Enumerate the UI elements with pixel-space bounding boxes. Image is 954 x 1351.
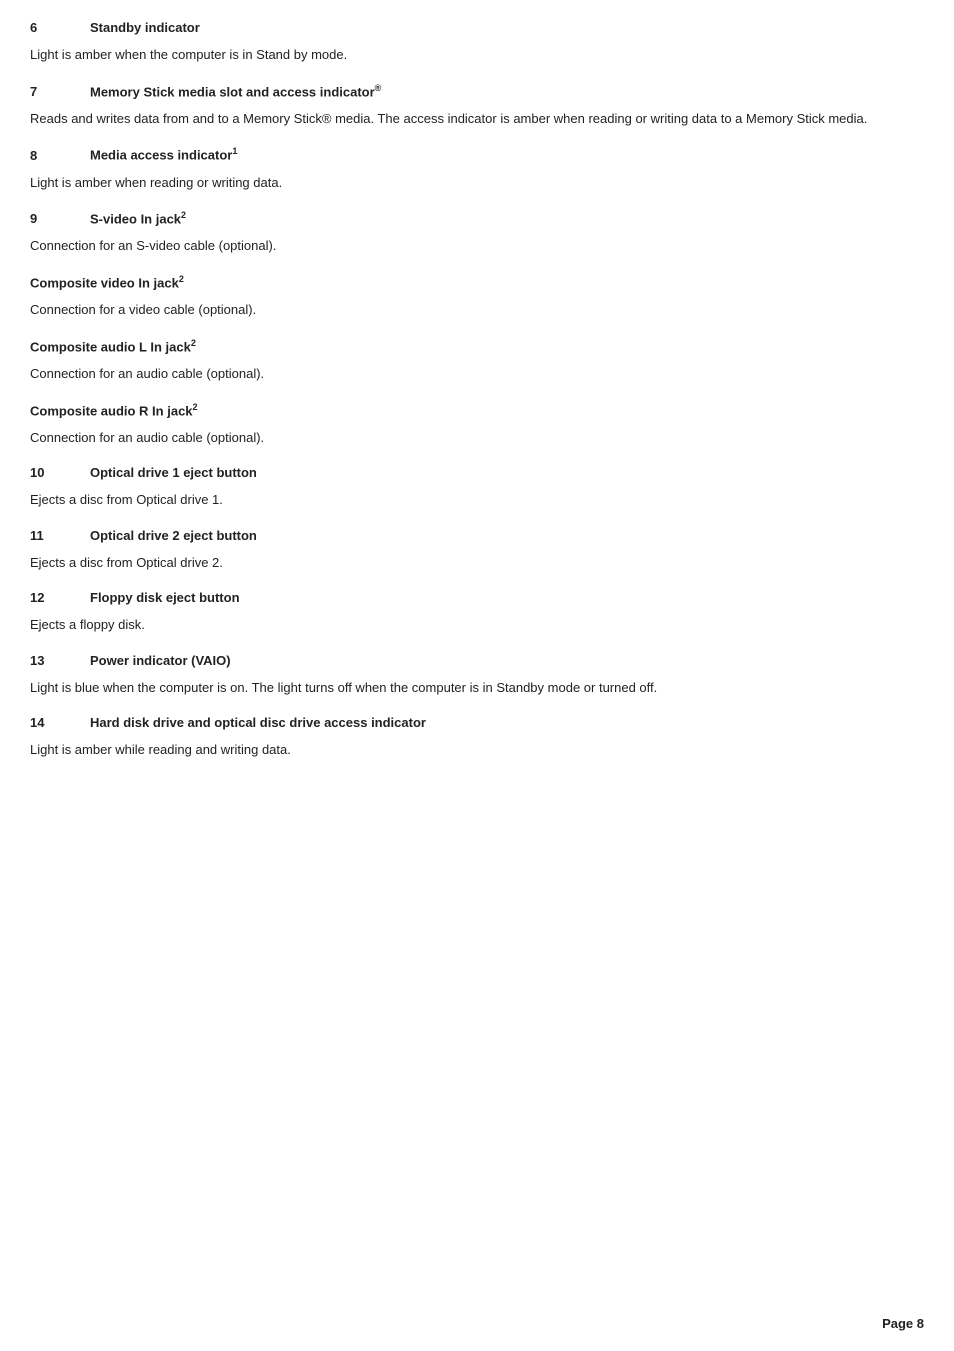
section-header: 11Optical drive 2 eject button bbox=[30, 528, 924, 543]
section-body: Ejects a disc from Optical drive 1. bbox=[30, 490, 924, 510]
section-body: Light is amber when reading or writing d… bbox=[30, 173, 924, 193]
section-14: 14Hard disk drive and optical disc drive… bbox=[30, 715, 924, 760]
section-title-sup: 2 bbox=[179, 274, 184, 284]
section-title-text: Composite audio L In jack bbox=[30, 339, 191, 354]
section-body: Ejects a floppy disk. bbox=[30, 615, 924, 635]
section-title: Power indicator (VAIO) bbox=[90, 653, 231, 668]
section-6: 6Standby indicator Light is amber when th… bbox=[30, 20, 924, 65]
section-title-no-number: Composite audio L In jack2 bbox=[30, 338, 924, 354]
section-number: 12 bbox=[30, 590, 90, 605]
section-title-text: Composite video In jack bbox=[30, 275, 179, 290]
section-header: 12Floppy disk eject button bbox=[30, 590, 924, 605]
section-title: Optical drive 2 eject button bbox=[90, 528, 257, 543]
section-number: 14 bbox=[30, 715, 90, 730]
section-nn-4: Composite video In jack2 Connection for a… bbox=[30, 274, 924, 320]
section-header: 9S-video In jack2 bbox=[30, 210, 924, 226]
section-body: Light is amber while reading and writing… bbox=[30, 740, 924, 760]
section-header: 8Media access indicator1 bbox=[30, 146, 924, 162]
section-title-no-number: Composite audio R In jack2 bbox=[30, 402, 924, 418]
section-title: S-video In jack2 bbox=[90, 210, 186, 226]
section-number: 7 bbox=[30, 84, 90, 99]
section-title: Floppy disk eject button bbox=[90, 590, 240, 605]
section-title-sup: 2 bbox=[181, 210, 186, 220]
section-9: 9S-video In jack2 Connection for an S-vid… bbox=[30, 210, 924, 256]
section-body: Light is amber when the computer is in S… bbox=[30, 45, 924, 65]
section-8: 8Media access indicator1 Light is amber w… bbox=[30, 146, 924, 192]
section-nn-5: Composite audio L In jack2 Connection for… bbox=[30, 338, 924, 384]
section-body: Reads and writes data from and to a Memo… bbox=[30, 109, 924, 129]
section-body: Connection for a video cable (optional). bbox=[30, 300, 924, 320]
page-footer: Page 8 bbox=[882, 1316, 924, 1331]
section-header: 10Optical drive 1 eject button bbox=[30, 465, 924, 480]
section-body: Ejects a disc from Optical drive 2. bbox=[30, 553, 924, 573]
section-number: 9 bbox=[30, 211, 90, 226]
section-header: 13Power indicator (VAIO) bbox=[30, 653, 924, 668]
section-title: Optical drive 1 eject button bbox=[90, 465, 257, 480]
section-7: 7Memory Stick media slot and access indi… bbox=[30, 83, 924, 129]
section-title-sup: 2 bbox=[193, 402, 198, 412]
section-11: 11Optical drive 2 eject button Ejects a d… bbox=[30, 528, 924, 573]
section-title: Memory Stick media slot and access indic… bbox=[90, 83, 381, 99]
section-title-no-number: Composite video In jack2 bbox=[30, 274, 924, 290]
section-header: 6Standby indicator bbox=[30, 20, 924, 35]
section-body: Connection for an S-video cable (optiona… bbox=[30, 236, 924, 256]
section-body: Connection for an audio cable (optional)… bbox=[30, 428, 924, 448]
page-number: Page 8 bbox=[882, 1316, 924, 1331]
section-number: 13 bbox=[30, 653, 90, 668]
section-body: Light is blue when the computer is on. T… bbox=[30, 678, 924, 698]
section-title: Standby indicator bbox=[90, 20, 200, 35]
section-body: Connection for an audio cable (optional)… bbox=[30, 364, 924, 384]
section-header: 14Hard disk drive and optical disc drive… bbox=[30, 715, 924, 730]
section-13: 13Power indicator (VAIO) Light is blue wh… bbox=[30, 653, 924, 698]
section-number: 11 bbox=[30, 528, 90, 543]
section-title: Hard disk drive and optical disc drive a… bbox=[90, 715, 426, 730]
section-header: 7Memory Stick media slot and access indi… bbox=[30, 83, 924, 99]
section-title-sup: 1 bbox=[232, 146, 237, 156]
section-title-sup: ® bbox=[375, 83, 382, 93]
section-nn-6: Composite audio R In jack2 Connection for… bbox=[30, 402, 924, 448]
section-number: 8 bbox=[30, 148, 90, 163]
section-12: 12Floppy disk eject button Ejects a flopp… bbox=[30, 590, 924, 635]
section-number: 10 bbox=[30, 465, 90, 480]
section-number: 6 bbox=[30, 20, 90, 35]
section-title-sup: 2 bbox=[191, 338, 196, 348]
section-10: 10Optical drive 1 eject button Ejects a d… bbox=[30, 465, 924, 510]
section-title-text: Composite audio R In jack bbox=[30, 403, 193, 418]
section-title: Media access indicator1 bbox=[90, 146, 237, 162]
